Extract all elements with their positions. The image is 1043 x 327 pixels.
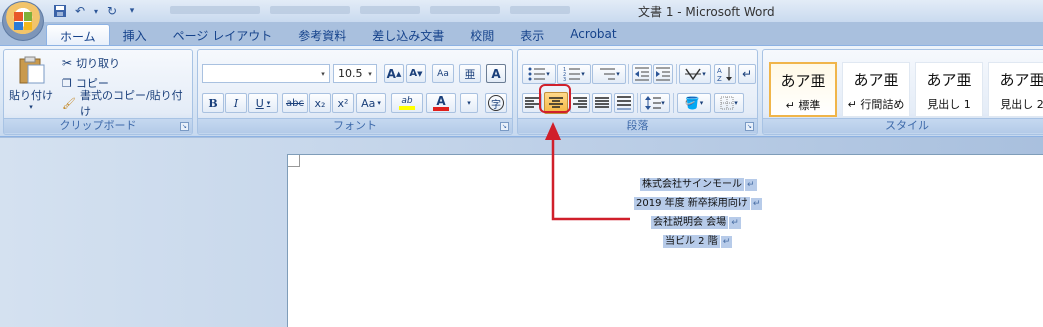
office-button[interactable] bbox=[2, 1, 44, 41]
office-logo-icon bbox=[14, 12, 32, 30]
annotation-arrow bbox=[545, 122, 630, 221]
